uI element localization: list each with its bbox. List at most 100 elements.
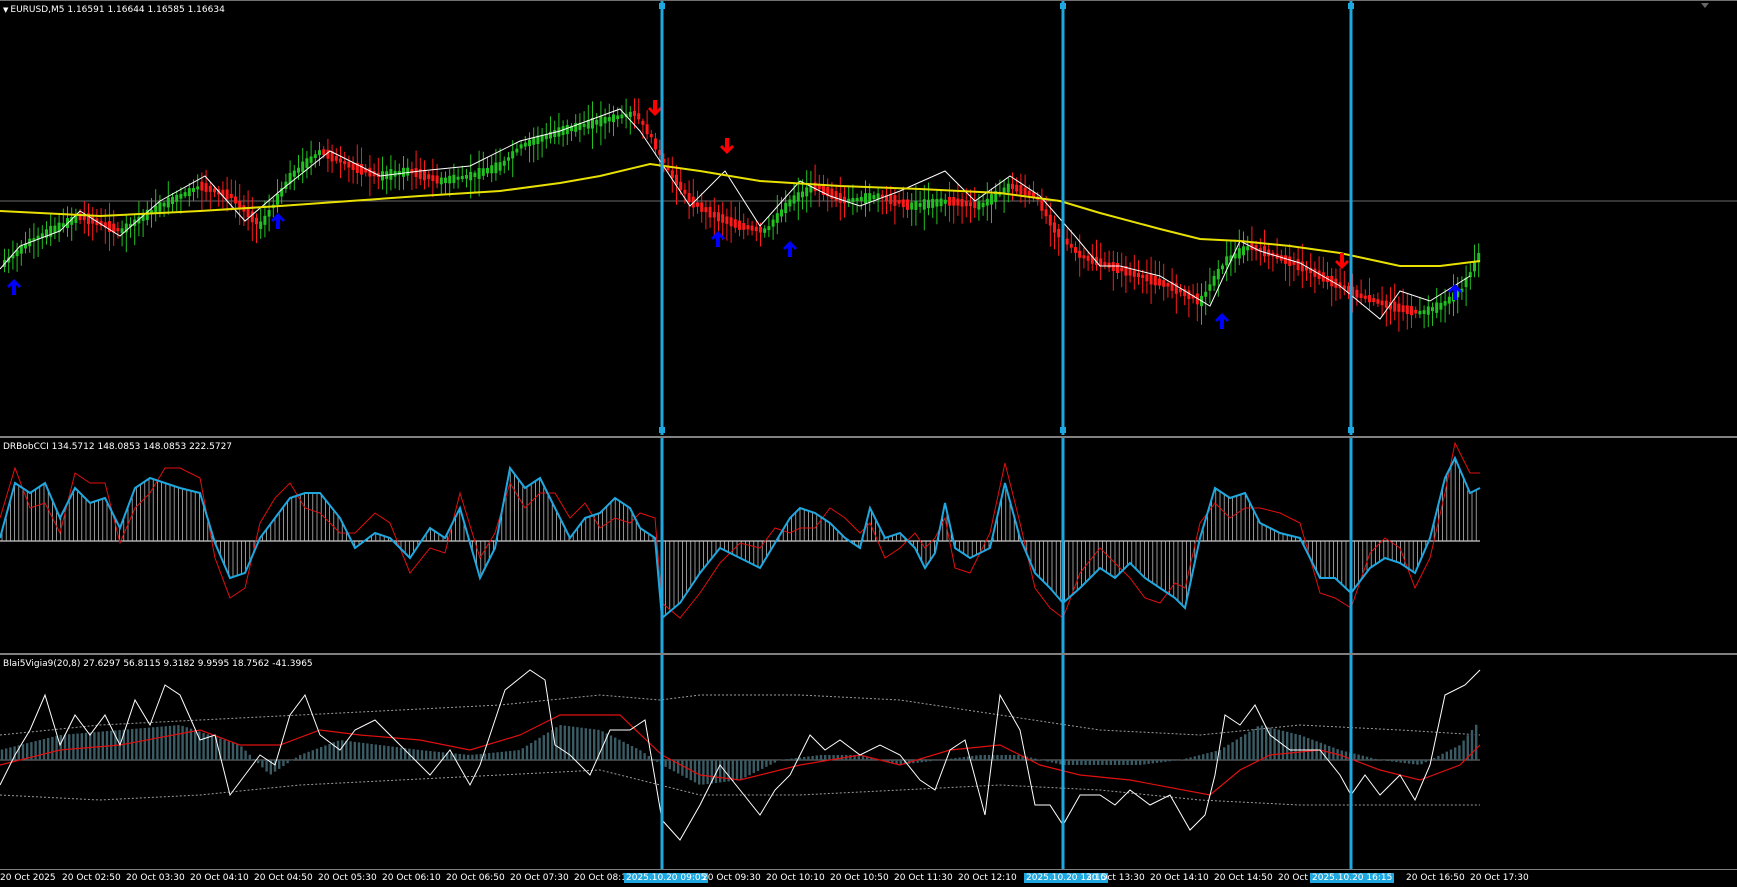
candle-body (1296, 259, 1300, 271)
candle-body (838, 193, 842, 203)
candle-body (120, 228, 124, 233)
candle-body (179, 193, 183, 199)
candle-body (1208, 284, 1212, 291)
candle-body (171, 197, 174, 204)
candle-body (276, 193, 279, 205)
candle-body (1426, 306, 1430, 315)
candle-body (1107, 262, 1111, 268)
candle-body (1263, 246, 1266, 257)
time-axis-label: 20 Oct 17:30 (1470, 873, 1529, 883)
candle-body (733, 219, 737, 228)
candle-body (208, 185, 212, 192)
candle-body (927, 199, 930, 209)
candle-body (595, 119, 599, 125)
candle-body (502, 160, 506, 166)
candle-body (712, 211, 716, 218)
chart-shift-marker-icon[interactable] (1701, 3, 1709, 8)
candle-body (1435, 302, 1439, 313)
price-chart-canvas[interactable] (0, 1, 1737, 435)
candle-body (1225, 256, 1229, 266)
candle-body (922, 199, 926, 210)
candle-body (1082, 255, 1086, 259)
candle-body (1111, 262, 1115, 272)
oscillator-canvas[interactable] (0, 655, 1737, 871)
candle-body (1355, 289, 1359, 298)
candle-body (444, 177, 447, 184)
candle-body (775, 213, 779, 223)
candle-body (1116, 262, 1119, 274)
candle-body (528, 139, 531, 147)
candle-body (511, 151, 515, 159)
vertical-line-handle-icon (659, 3, 665, 9)
candle-body (717, 212, 720, 222)
cci-indicator-canvas[interactable] (0, 438, 1737, 653)
candle-body (351, 163, 355, 171)
candle-body (1418, 310, 1422, 315)
time-axis-label: 20 Oct 13:30 (1086, 873, 1145, 883)
candle-body (196, 186, 200, 190)
time-axis-label: 20 Oct 14:50 (1214, 873, 1273, 883)
price-chart-pane[interactable]: ▼ EURUSD,M5 1.16591 1.16644 1.16585 1.166… (0, 0, 1737, 435)
candle-body (700, 202, 704, 212)
time-axis-label: 20 Oct 10:50 (830, 873, 889, 883)
candle-body (1023, 187, 1027, 196)
candle-body (687, 193, 691, 203)
oscillator-pane[interactable]: Blai5Vigia9(20,8) 27.6297 56.8115 9.3182… (0, 653, 1737, 871)
candle-body (952, 197, 956, 206)
time-axis-label: 20 Oct 12:10 (958, 873, 1017, 883)
cci-indicator-pane[interactable]: DRBobCCI 134.5712 148.0853 148.0853 222.… (0, 436, 1737, 653)
candle-body (305, 158, 309, 168)
cci-indicator-title: DRBobCCI 134.5712 148.0853 148.0853 222.… (3, 442, 233, 452)
candle-body (943, 199, 947, 204)
candle-body (1422, 310, 1426, 315)
candle-body (746, 225, 750, 230)
candle-body (238, 200, 242, 208)
cci-histogram-group (1, 458, 1477, 615)
candle-body (1246, 246, 1250, 251)
candle-body (649, 134, 653, 138)
time-axis-label: 20 Oct 04:10 (190, 873, 249, 883)
candle-body (1015, 184, 1019, 192)
candle-body (481, 168, 485, 176)
vertical-line-handle-icon (1060, 3, 1066, 9)
candle-body (460, 176, 464, 180)
candle-body (162, 202, 166, 207)
time-axis-label: 20 Oct 11:30 (894, 873, 953, 883)
candle-body (985, 198, 989, 206)
candle-body (343, 160, 347, 165)
candle-body (964, 200, 968, 207)
candle-body (309, 156, 313, 163)
candle-body (1384, 300, 1388, 308)
candle-body (498, 162, 502, 171)
candle-body (334, 156, 338, 161)
candle-body (187, 188, 191, 197)
candle-body (229, 193, 233, 198)
candle-body (960, 199, 964, 207)
candle-body (246, 207, 250, 218)
candle-body (292, 170, 296, 177)
candle-body (553, 130, 557, 138)
candle-body (641, 120, 645, 125)
candle-body (754, 226, 758, 232)
candle-body (670, 170, 674, 178)
arrow-down-icon (720, 138, 734, 154)
candle-body (402, 167, 405, 177)
time-axis-highlight-label: 2025.10.20 09:05 (624, 873, 709, 883)
candle-body (679, 181, 683, 191)
candle-body (259, 221, 263, 229)
candle-body (868, 193, 872, 203)
time-axis-label: 20 Oct 04:50 (254, 873, 313, 883)
candle-body (834, 191, 838, 201)
candle-body (969, 202, 972, 207)
candle-body (1363, 295, 1367, 299)
candle-body (893, 195, 897, 206)
collapse-triangle-icon[interactable]: ▼ (3, 6, 8, 14)
candle-body (1447, 296, 1451, 304)
time-axis[interactable]: 20 Oct 2025 20 Oct 02:50 20 Oct 03:30 20 Oc… (0, 869, 1737, 887)
candle-body (607, 117, 611, 122)
symbol-quote-label: EURUSD,M5 1.16591 1.16644 1.16585 1.1663… (10, 5, 225, 15)
candle-body (603, 117, 607, 124)
vertical-line-handle-icon (1348, 3, 1354, 9)
candle-body (973, 201, 977, 208)
candle-body (872, 195, 876, 200)
